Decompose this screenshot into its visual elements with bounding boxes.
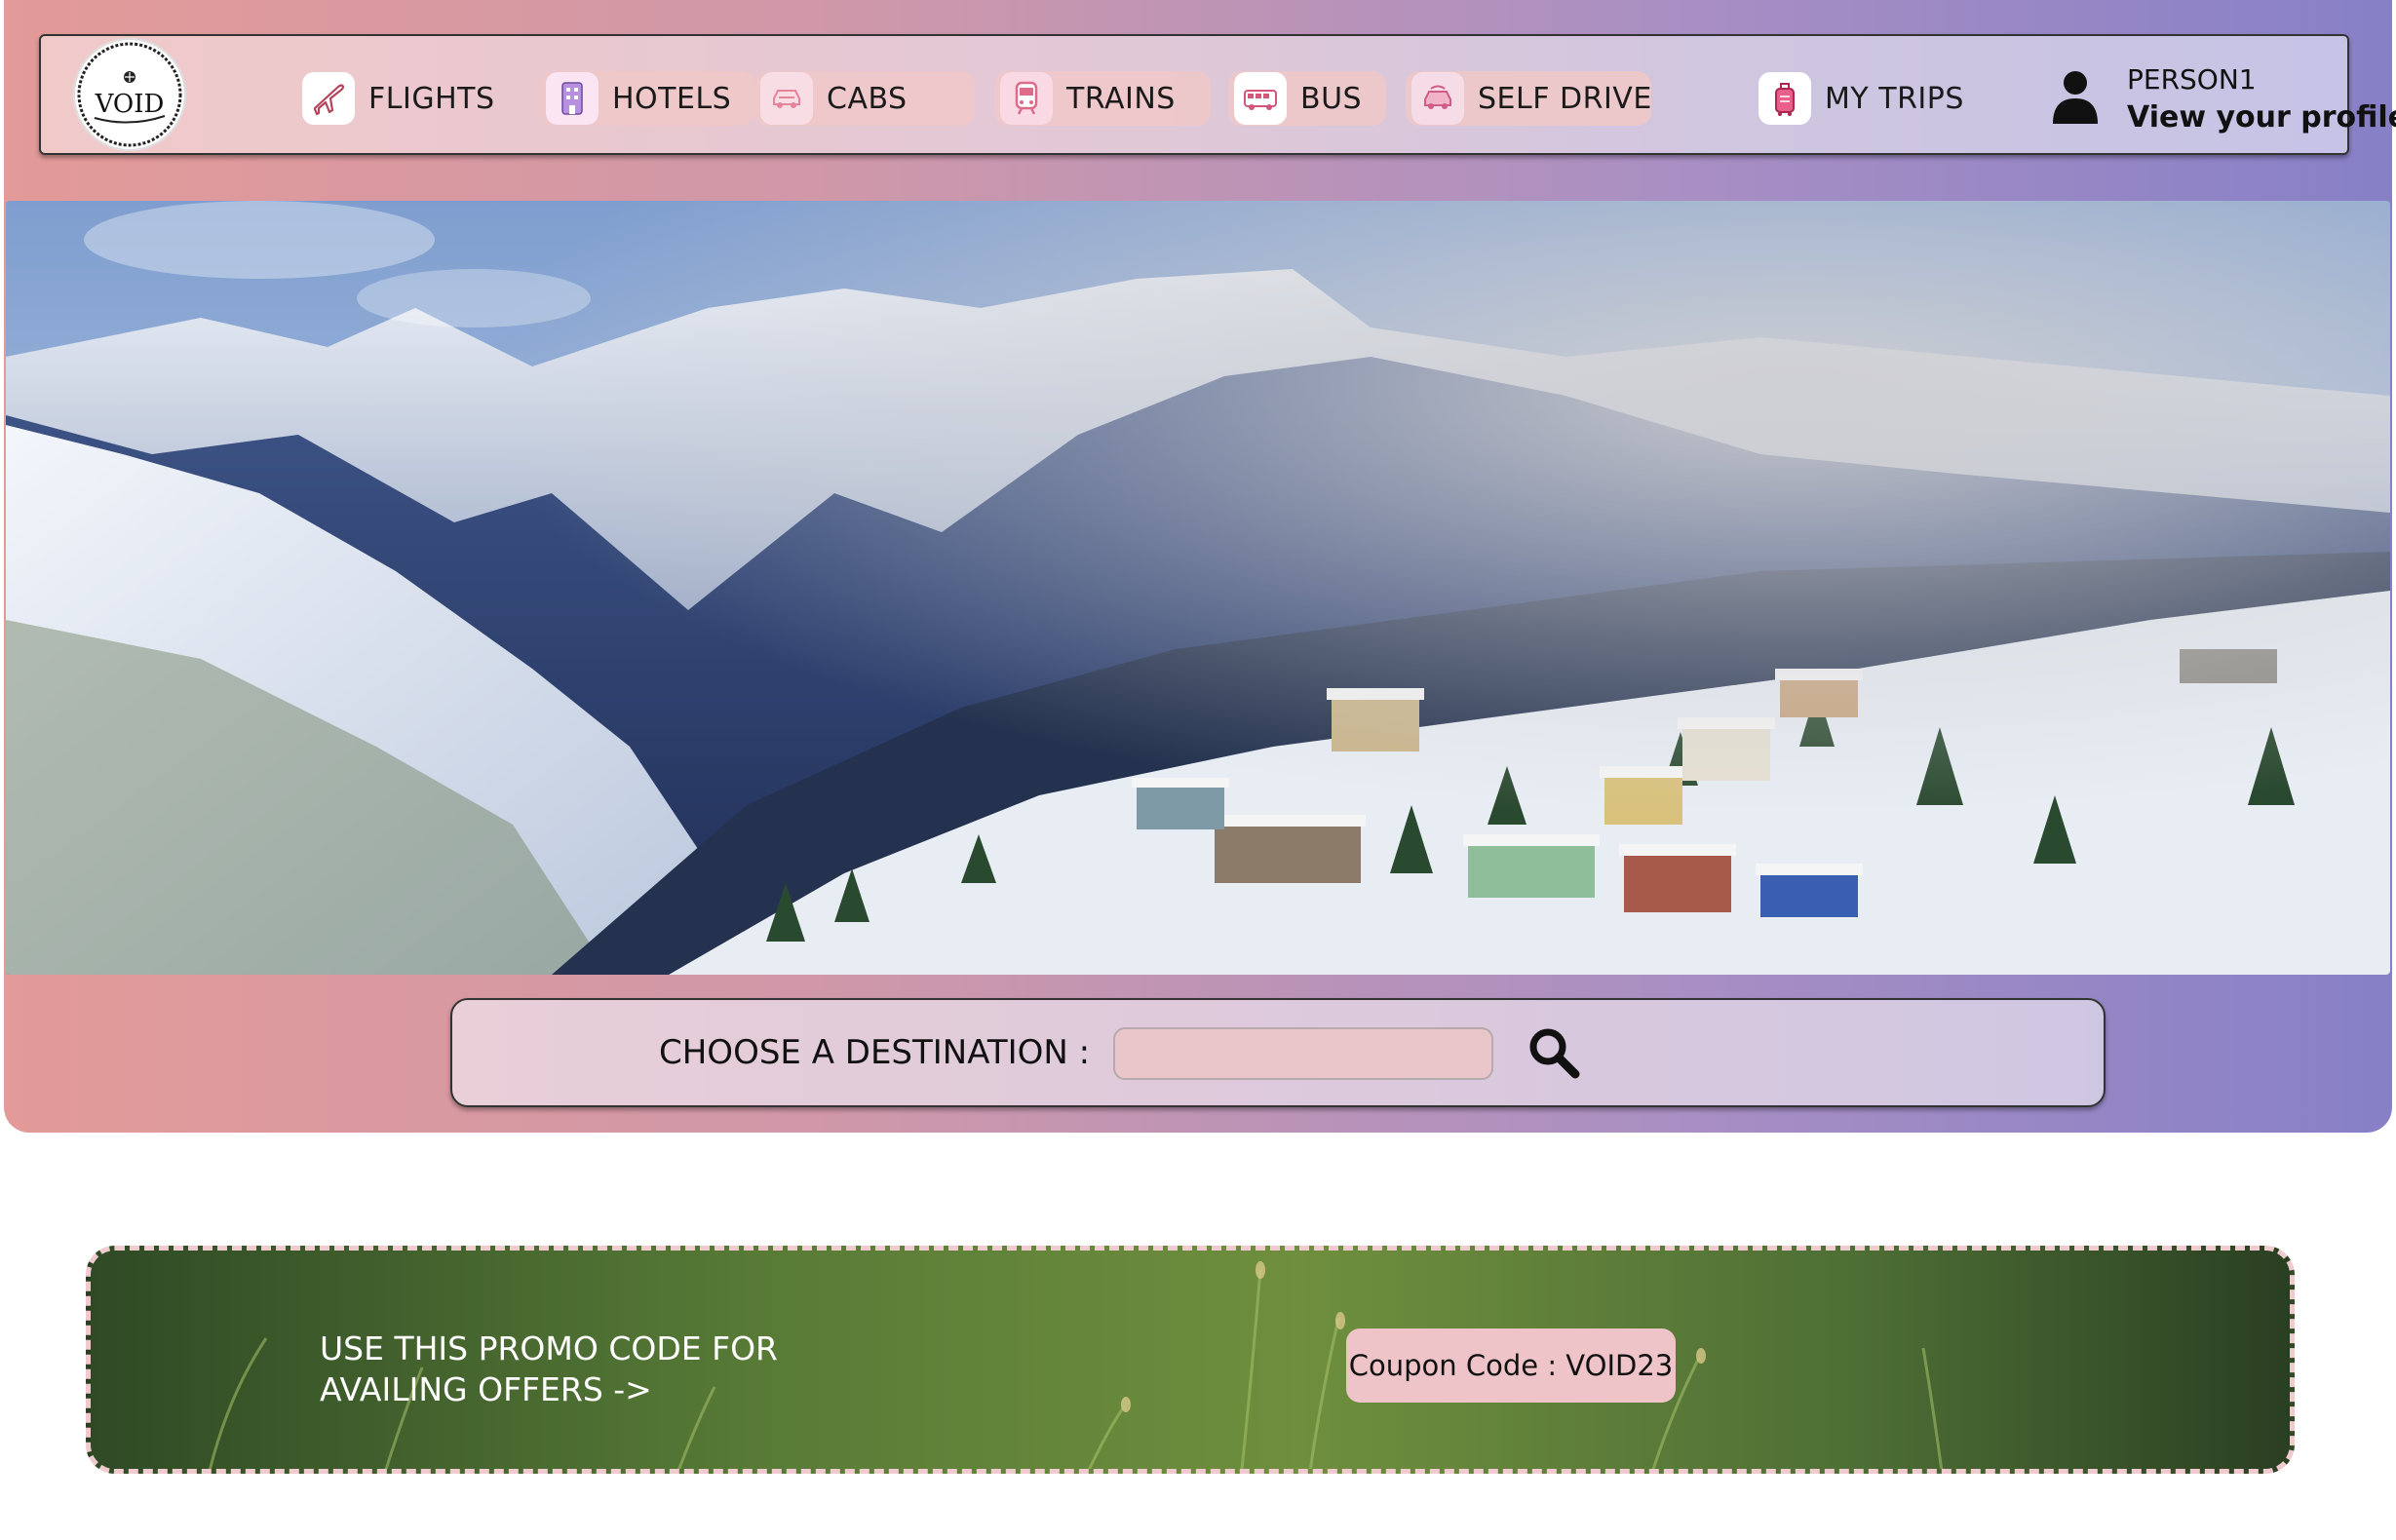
nav-item-my-trips[interactable]: MY TRIPS [1753,71,1963,126]
view-profile-link[interactable]: View your profile [2127,100,2396,135]
logo-graphic: VOID [77,42,182,147]
nav-label-bus: BUS [1300,81,1363,116]
profile-name: PERSON1 [2127,63,2257,96]
hotel-icon [546,72,599,125]
nav-item-self-drive[interactable]: SELF DRIVE [1406,71,1651,126]
destination-input[interactable] [1113,1027,1493,1080]
search-icon[interactable] [1525,1023,1583,1082]
train-icon [1000,72,1053,125]
promo-message: USE THIS PROMO CODE FOR AVAILING OFFERS … [320,1328,778,1410]
nav-label-my-trips: MY TRIPS [1825,81,1964,116]
user-icon [2049,67,2102,130]
nav-item-bus[interactable]: BUS [1228,71,1386,126]
nav-item-hotels[interactable]: HOTELS [540,71,754,126]
top-navbar: VOID FLIGHTS HOTELS CABS TRAINS BUS SELF… [39,34,2396,155]
nav-item-trains[interactable]: TRAINS [994,71,1211,126]
nav-item-cabs[interactable]: CABS [754,71,975,126]
nav-label-flights: FLIGHTS [368,81,495,116]
promo-line-1: USE THIS PROMO CODE FOR [320,1329,778,1367]
destination-search-bar: CHOOSE A DESTINATION : [450,998,2106,1107]
nav-label-hotels: HOTELS [612,81,732,116]
nav-label-self-drive: SELF DRIVE [1478,81,1652,116]
airplane-icon [302,72,355,125]
car-icon [760,72,813,125]
nav-label-trains: TRAINS [1066,81,1176,116]
void-logo[interactable]: VOID [73,38,186,151]
destination-label: CHOOSE A DESTINATION : [659,1033,1091,1072]
nav-label-cabs: CABS [827,81,908,116]
nav-item-flights[interactable]: FLIGHTS [296,71,494,126]
luggage-icon [1758,72,1811,125]
promo-line-2: AVAILING OFFERS -> [320,1370,652,1408]
coupon-code-badge[interactable]: Coupon Code : VOID23 [1346,1328,1676,1403]
hero-image [6,201,2390,975]
logo-text: VOID [95,90,165,119]
bus-icon [1234,72,1287,125]
self-drive-car-icon [1411,72,1464,125]
promo-banner: USE THIS PROMO CODE FOR AVAILING OFFERS … [86,1246,2295,1474]
